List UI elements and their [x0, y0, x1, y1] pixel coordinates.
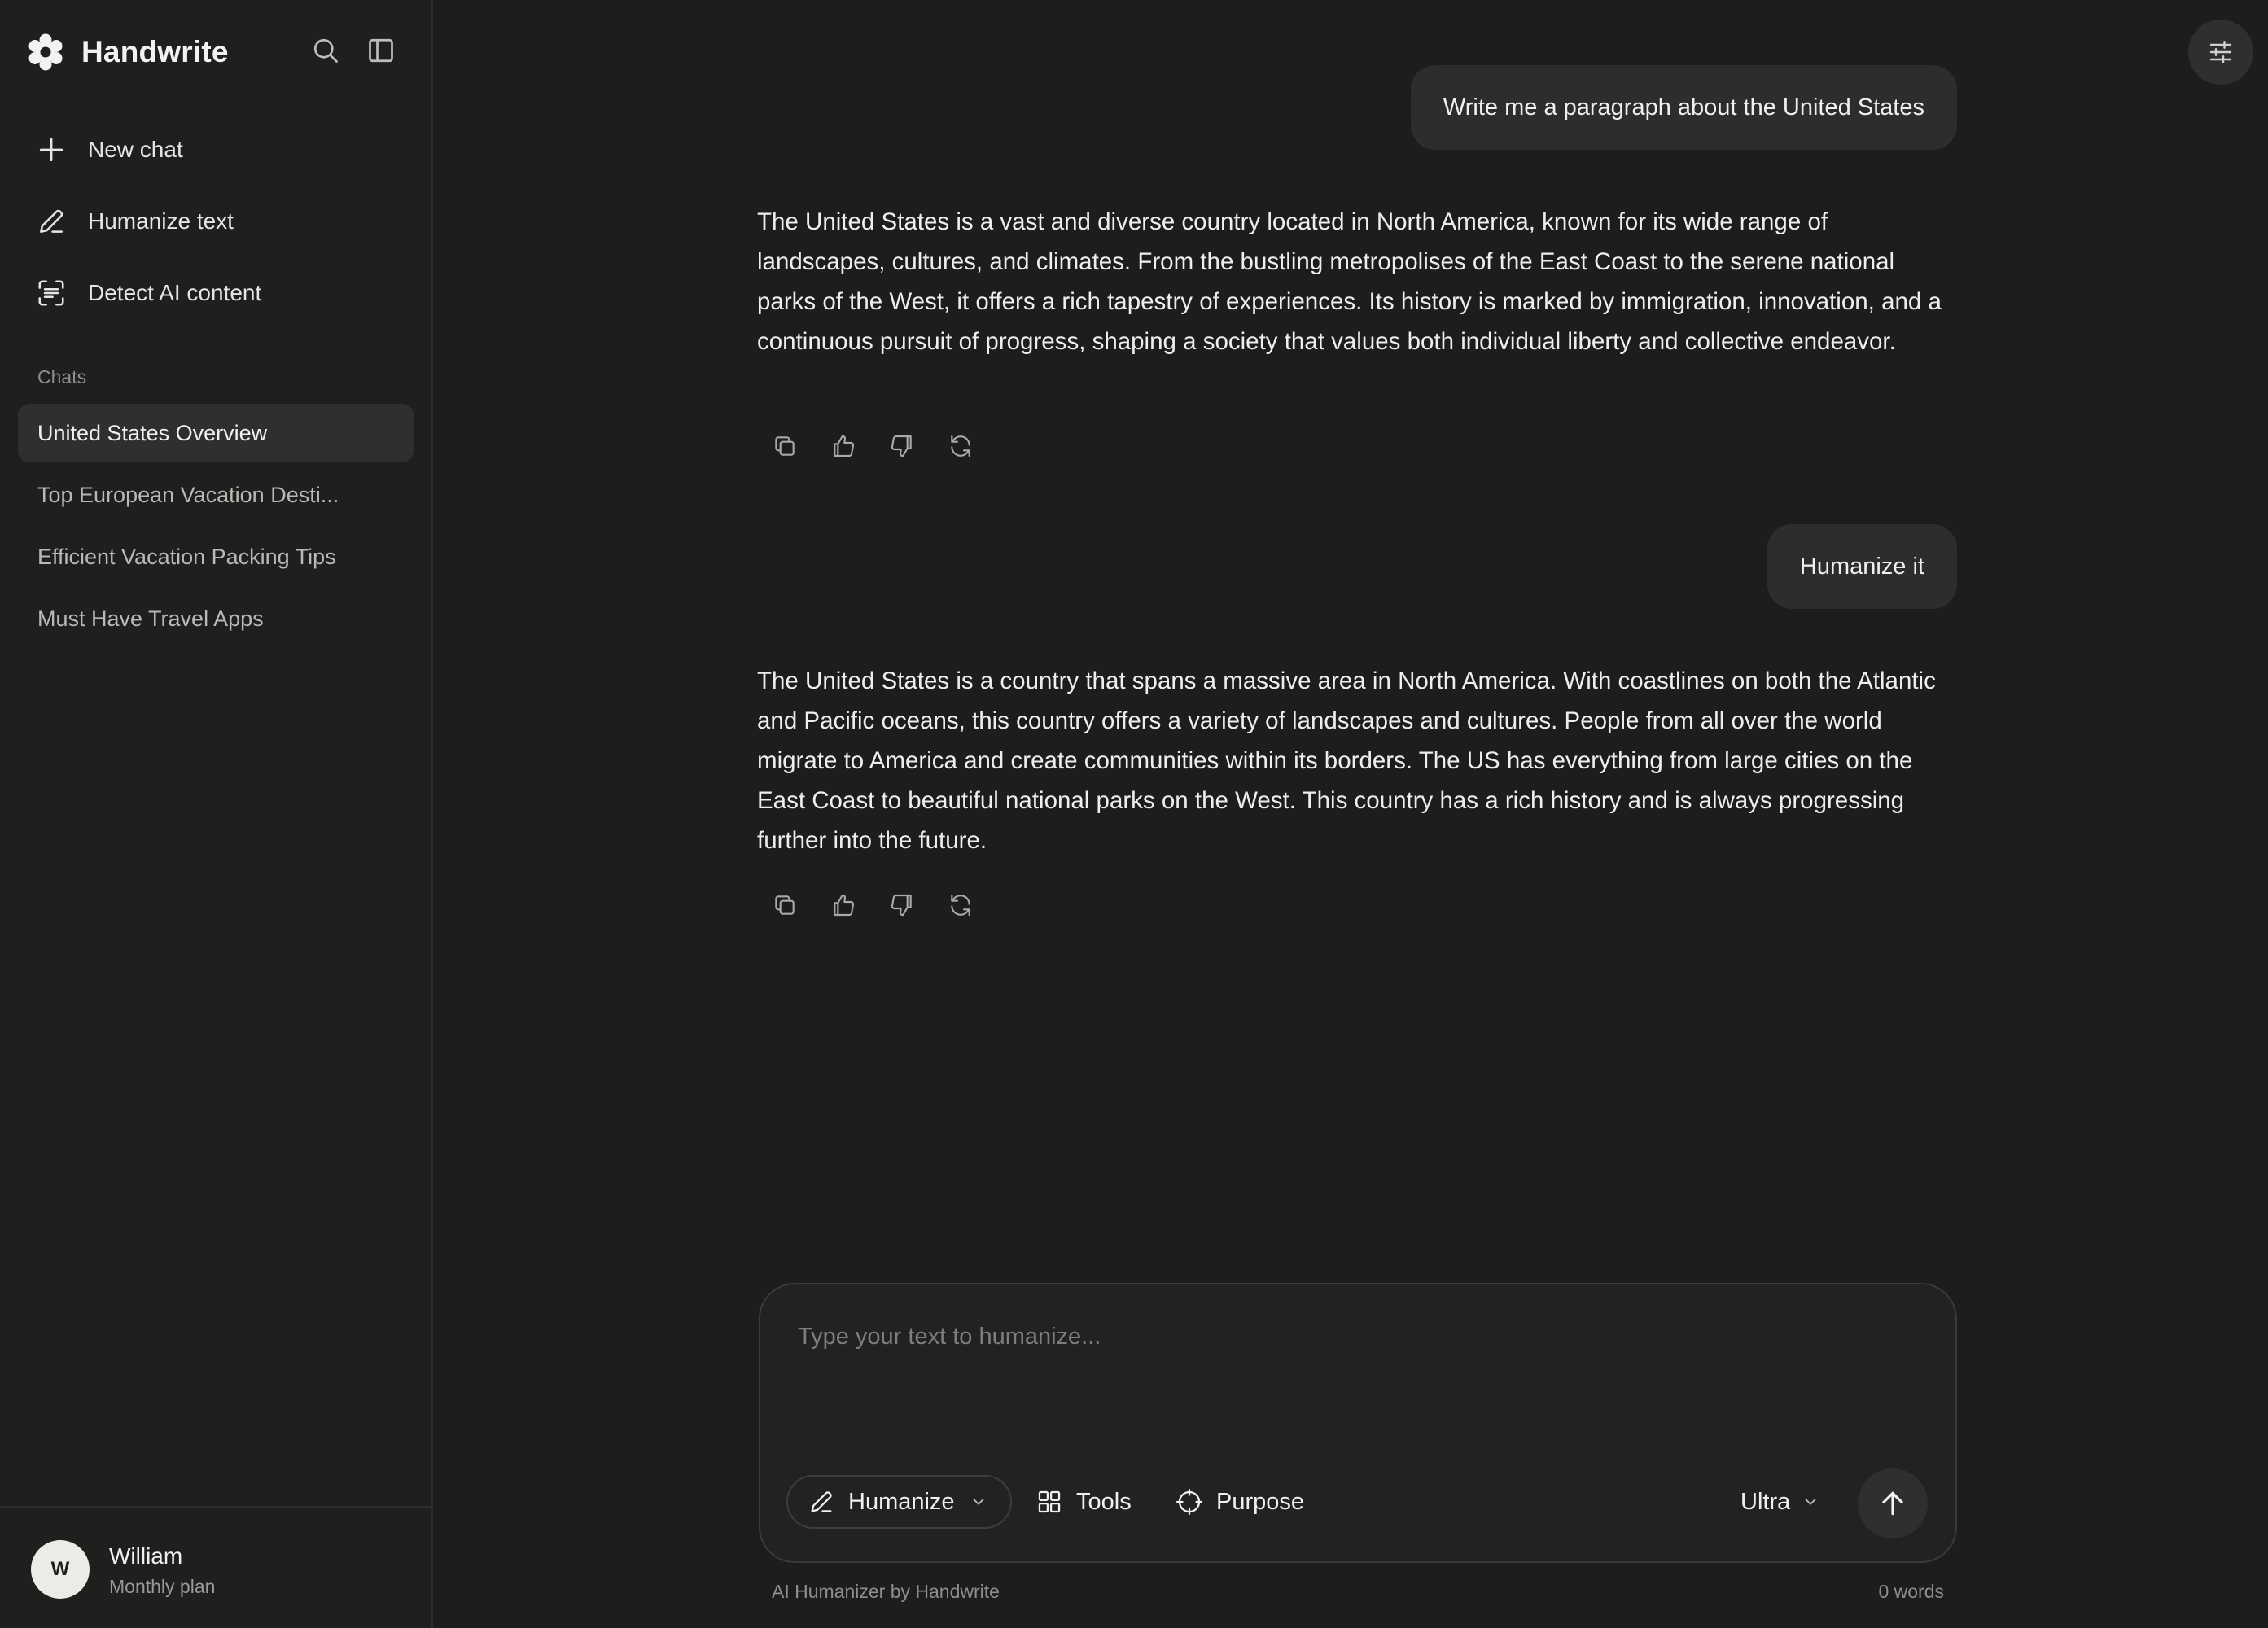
regenerate-icon — [951, 894, 970, 917]
pencil-icon — [40, 209, 63, 233]
grid-icon — [1038, 1490, 1061, 1513]
thumbs-down-icon — [891, 435, 912, 457]
message-actions — [768, 430, 1003, 462]
app-name: Handwrite — [81, 35, 229, 68]
user-profile[interactable]: W William Monthly plan — [0, 1506, 431, 1628]
crosshair-icon — [1176, 1488, 1203, 1516]
user-plan: Monthly plan — [109, 1576, 216, 1597]
copy-icon — [775, 895, 795, 915]
copy-button[interactable] — [768, 889, 801, 921]
thumbs-down-button[interactable] — [886, 889, 918, 921]
footer-credit: AI Humanizer by Handwrite — [772, 1581, 1000, 1602]
chevron-down-icon — [973, 1499, 983, 1505]
app-window: Handwrite New chat Humanize text Detect … — [0, 0, 2268, 1628]
word-count: 0 words — [1878, 1581, 1944, 1602]
purpose-button[interactable]: Purpose — [1176, 1475, 1304, 1529]
sidebar: Handwrite New chat Humanize text Detect … — [0, 0, 433, 1628]
regenerate-button[interactable] — [944, 889, 977, 921]
sliders-icon — [2209, 41, 2232, 63]
purpose-label: Purpose — [1216, 1488, 1305, 1515]
model-dropdown[interactable]: Ultra — [1740, 1475, 1819, 1529]
thumbs-up-icon — [834, 894, 855, 917]
thumbs-up-button[interactable] — [827, 889, 860, 921]
new-chat-label: New chat — [88, 137, 183, 162]
pencil-icon — [811, 1491, 832, 1512]
sidebar-toggle-icon — [369, 38, 393, 63]
thumbs-up-button[interactable] — [827, 430, 860, 462]
user-name: William — [109, 1543, 183, 1569]
assistant-message: The United States is a country that span… — [757, 667, 1936, 854]
detect-ai-label: Detect AI content — [88, 280, 262, 305]
thumbs-down-icon — [891, 894, 912, 917]
user-message: Humanize it — [1767, 524, 1957, 609]
scan-text-icon — [38, 280, 64, 306]
send-button[interactable] — [1858, 1468, 1928, 1538]
humanize-mode-label: Humanize — [848, 1488, 955, 1515]
composer: Humanize Tools Purpose Ultra — [759, 1283, 1957, 1563]
plus-icon — [39, 138, 63, 162]
brand[interactable]: Handwrite — [26, 31, 229, 73]
thumbs-down-button[interactable] — [886, 430, 918, 462]
assistant-message: The United States is a vast and diverse … — [757, 208, 1942, 355]
new-chat-button[interactable]: New chat — [18, 119, 414, 181]
regenerate-icon — [951, 435, 970, 457]
chat-item-packing-tips[interactable]: Efficient Vacation Packing Tips — [18, 527, 414, 586]
avatar: W — [31, 1540, 90, 1599]
message-actions — [768, 889, 1003, 921]
chevron-down-icon — [1805, 1499, 1816, 1505]
thumbs-up-icon — [834, 435, 855, 457]
chats-section-label: Chats — [37, 366, 87, 387]
detect-ai-button[interactable]: Detect AI content — [18, 262, 414, 324]
tools-label: Tools — [1076, 1488, 1132, 1515]
regenerate-button[interactable] — [944, 430, 977, 462]
humanize-text-button[interactable]: Humanize text — [18, 190, 414, 252]
copy-icon — [775, 436, 795, 456]
humanize-input[interactable] — [798, 1324, 1913, 1421]
humanize-text-label: Humanize text — [88, 208, 234, 234]
settings-button[interactable] — [2188, 20, 2253, 85]
sidebar-toggle-button[interactable] — [365, 34, 397, 67]
model-label: Ultra — [1740, 1488, 1791, 1515]
search-button[interactable] — [309, 34, 342, 67]
humanize-mode-dropdown[interactable]: Humanize — [786, 1475, 1012, 1529]
chat-item-travel-apps[interactable]: Must Have Travel Apps — [18, 589, 414, 648]
search-icon — [313, 38, 338, 63]
arrow-up-icon — [1882, 1491, 1903, 1516]
copy-button[interactable] — [768, 430, 801, 462]
user-message: Write me a paragraph about the United St… — [1410, 65, 1957, 150]
tools-button[interactable]: Tools — [1035, 1475, 1132, 1529]
chat-item-united-states-overview[interactable]: United States Overview — [18, 404, 414, 462]
chat-item-european-vacation[interactable]: Top European Vacation Desti... — [18, 466, 414, 524]
flower-logo-icon — [28, 33, 63, 71]
